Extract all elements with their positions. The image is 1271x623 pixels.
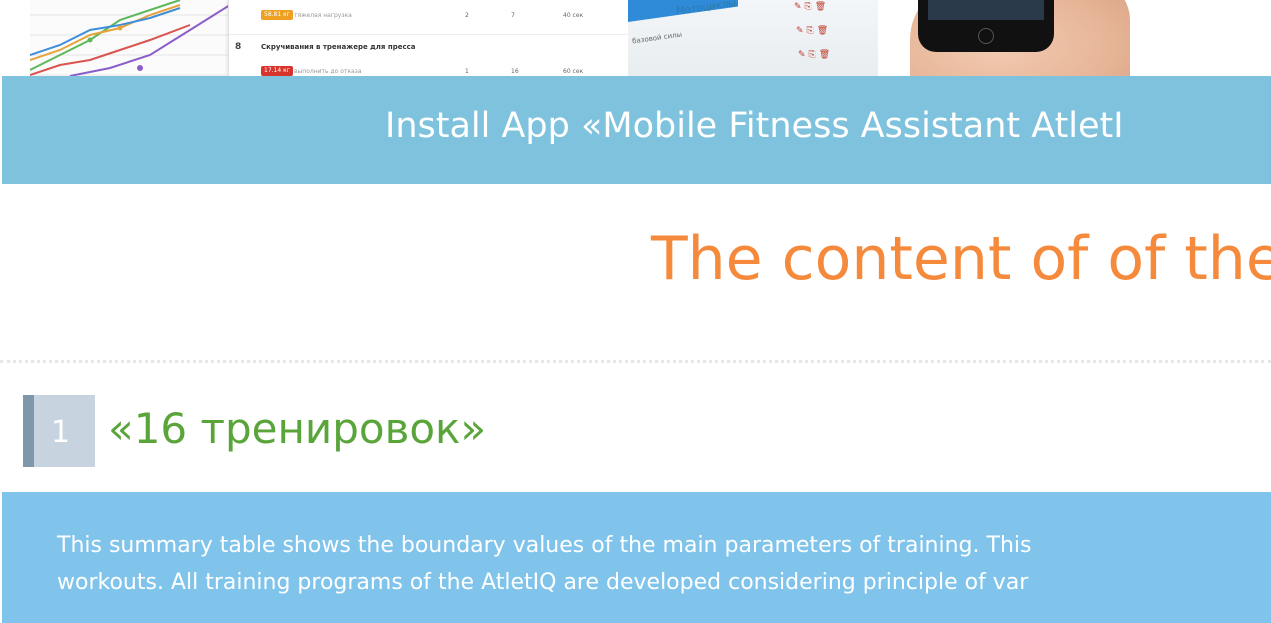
exercise-title: Скручивания в тренажере для пресса <box>261 43 416 51</box>
reps-value: 7 <box>511 12 515 19</box>
load-note: выполнить до отказа <box>294 68 362 75</box>
phone-home-button <box>978 28 994 44</box>
row-action-icons: ✎⎘🗑 <box>796 26 832 36</box>
weight-badge: 17.14 кг <box>261 66 293 76</box>
hero-image: 58.81 кг тяжелая нагрузка 2 7 40 сек 8 С… <box>0 0 1271 76</box>
hero-chart-lines <box>29 0 231 76</box>
sets-value: 2 <box>465 12 469 19</box>
list-item-label: базовой силы <box>631 30 683 46</box>
install-app-link[interactable]: Install App «Mobile Fitness Assistant At… <box>385 106 1124 146</box>
hero-workout-table: 58.81 кг тяжелая нагрузка 2 7 40 сек 8 С… <box>228 0 630 76</box>
badge-accent-bar <box>23 395 34 467</box>
hero-program-list: Мотоциклы базовой силы ✎⎘🗑 ✎⎘🗑 ✎⎘🗑 <box>628 0 878 76</box>
program-title: «16 тренировок» <box>108 404 487 453</box>
hero-chart-thumbnail <box>29 0 231 76</box>
sets-value: 1 <box>465 68 469 75</box>
exercise-number: 8 <box>235 42 242 52</box>
load-note: тяжелая нагрузка <box>294 12 352 19</box>
item-number: 1 <box>51 415 71 450</box>
description-block: This summary table shows the boundary va… <box>2 492 1271 623</box>
install-app-banner[interactable]: Install App «Mobile Fitness Assistant At… <box>2 76 1271 184</box>
description-line: workouts. All training programs of the A… <box>57 570 1029 595</box>
weight-badge: 58.81 кг <box>261 10 293 20</box>
section-title: The content of of the <box>651 224 1271 294</box>
row-action-icons: ✎⎘🗑 <box>798 50 834 60</box>
description-line: This summary table shows the boundary va… <box>57 533 1032 558</box>
row-action-icons: ✎⎘🗑 <box>794 2 830 12</box>
rest-value: 60 сек <box>563 68 584 75</box>
dotted-divider <box>0 360 1271 363</box>
row-divider <box>229 34 629 35</box>
item-number-badge: 1 <box>23 395 95 467</box>
reps-value: 16 <box>511 68 519 75</box>
rest-value: 40 сек <box>563 12 584 19</box>
phone-screen <box>928 0 1044 20</box>
phone-image <box>918 0 1054 52</box>
